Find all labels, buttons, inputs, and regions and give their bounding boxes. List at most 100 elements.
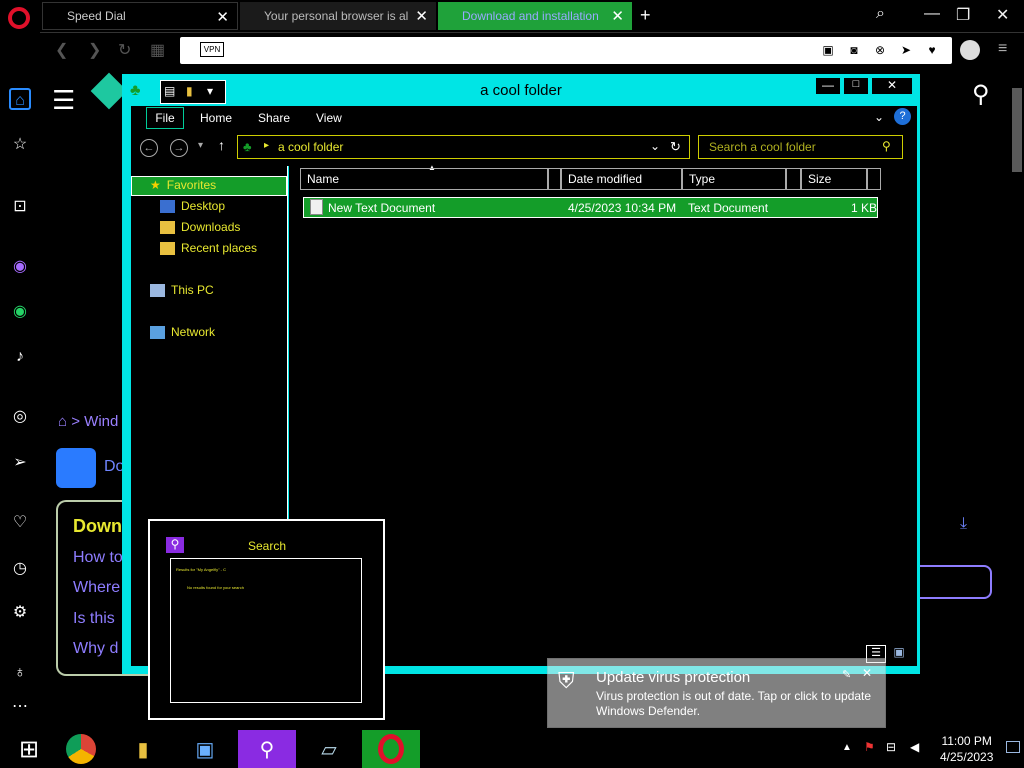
vpn-badge[interactable]: VPN [200,42,224,57]
taskbar-chrome[interactable] [52,730,110,768]
close-window-icon[interactable]: ✕ [996,5,1009,25]
nav-recent[interactable]: Recent places [160,241,257,255]
faq-item[interactable]: Why d [73,640,118,658]
column-date[interactable]: Date modified [561,168,682,190]
maximize-button[interactable]: □ [844,78,868,94]
tab-opera-browser[interactable]: Your personal browser is al ✕ [240,2,436,30]
large-icons-view-icon[interactable]: ▣ [890,645,908,663]
taskbar-photos[interactable]: ▣ [176,730,234,768]
player-icon[interactable]: ◎ [9,406,31,428]
restore-icon[interactable]: ❐ [956,5,970,25]
tab-close-icon[interactable]: ✕ [611,7,624,25]
site-search-icon[interactable]: ⚲ [972,80,990,109]
camera-icon[interactable]: ◙ [846,42,862,58]
taskbar-opera[interactable] [362,730,420,768]
tab-close-icon[interactable]: ✕ [216,8,229,26]
nav-label: Network [171,325,216,339]
tab-home[interactable]: Home [200,111,232,125]
up-arrow-icon[interactable]: ↑ [218,137,225,153]
home-icon[interactable]: ⌂ [9,88,31,110]
send-sidebar-icon[interactable]: ➢ [9,452,31,474]
bag-icon[interactable]: ⊡ [9,196,31,218]
faq-item[interactable]: Where [73,579,120,597]
settings-icon[interactable]: ⚙ [9,602,31,624]
search-input[interactable]: Search a cool folder ⚲ [698,135,903,159]
chevron-right-icon: ▸ [264,140,270,151]
snapshot-icon[interactable]: ▣ [820,42,836,58]
heart-icon[interactable]: ♥ [924,42,940,58]
notification-close-icon[interactable]: ✕ [862,666,872,680]
send-icon[interactable]: ➤ [898,42,914,58]
help-icon[interactable]: ? [894,108,911,125]
pin-icon[interactable]: ✎ [842,668,851,681]
defender-icon: ⛨ [558,668,575,693]
window-preview[interactable]: Results for "My Angelfly" - C No results… [170,558,362,703]
menu-icon[interactable]: ≡ [998,40,1007,58]
opera-menu-icon[interactable] [8,7,30,29]
tab-close-icon[interactable]: ✕ [415,7,428,25]
tab-search-icon[interactable]: ⌕ [876,5,885,23]
scroll-thumb[interactable] [1012,88,1022,172]
file-date: 4/25/2023 10:34 PM [568,201,677,215]
tiktok-icon[interactable]: ♪ [9,346,31,368]
back-icon[interactable]: ❮ [55,40,68,60]
nav-desktop[interactable]: Desktop [160,199,225,213]
search-icon[interactable]: ⚲ [882,139,891,153]
nav-this-pc[interactable]: This PC [150,283,214,297]
forward-arrow-icon[interactable]: → [170,139,188,157]
messenger-icon[interactable]: ◉ [9,256,31,278]
reload-icon[interactable]: ↻ [118,40,131,60]
address-box[interactable]: ♣ ▸ a cool folder ⌄ ↻ [237,135,690,159]
taskbar-notepad[interactable]: ▱ [300,730,358,768]
star-icon[interactable]: ☆ [9,134,31,156]
forward-icon[interactable]: ❯ [88,40,101,60]
block-icon[interactable]: ⊗ [872,42,888,58]
history-icon[interactable]: ◷ [9,558,31,580]
clock[interactable]: 11:00 PM 4/25/2023 [940,733,993,765]
tab-download[interactable]: Download and installation ✕ [438,2,632,30]
address-dropdown-icon[interactable]: ⌄ [650,139,660,153]
new-folder-icon[interactable]: ▮ [186,84,193,102]
properties-icon[interactable]: ▤ [164,84,175,102]
tabs-grid-icon[interactable]: ▦ [150,40,165,60]
minimize-button[interactable]: — [816,78,840,94]
volume-icon[interactable]: ◀ [910,740,919,754]
bulb-icon[interactable]: ♁ [9,662,31,684]
close-button[interactable]: ✕ [872,78,912,94]
download-icon[interactable]: ⤓ [960,515,967,533]
faq-item[interactable]: Is this [73,610,115,628]
whatsapp-icon[interactable]: ◉ [9,301,31,323]
taskbar-file-explorer[interactable]: ▮ [114,730,172,768]
new-tab-icon[interactable]: + [640,5,651,26]
profile-avatar[interactable] [960,40,980,60]
minimize-icon[interactable]: — [924,5,940,23]
show-desktop-icon[interactable] [1006,741,1020,753]
tab-share[interactable]: Share [258,111,290,125]
nav-network[interactable]: Network [150,325,215,339]
heart-sidebar-icon[interactable]: ♡ [9,512,31,534]
back-arrow-icon[interactable]: ← [140,139,158,157]
refresh-icon[interactable]: ↻ [670,139,681,155]
network-tray-icon[interactable]: ⊟ [886,740,896,754]
column-name[interactable]: Name [300,168,548,190]
recent-locations-icon[interactable]: ▾ [198,140,203,151]
nav-downloads[interactable]: Downloads [160,220,240,234]
ribbon-expand-icon[interactable]: ⌄ [874,110,884,124]
tray-chevron-icon[interactable]: ▲ [842,742,852,753]
start-button[interactable]: ⊞ [0,730,58,768]
hamburger-icon[interactable]: ☰ [52,85,75,116]
breadcrumb[interactable]: ⌂ > Wind [58,413,118,430]
column-type[interactable]: Type [682,168,786,190]
nav-favorites[interactable]: ★ Favorites [150,178,216,192]
column-size[interactable]: Size [801,168,867,190]
more-icon[interactable]: ⋯ [9,696,31,718]
tab-file[interactable]: File [146,107,184,129]
page-button[interactable] [916,565,992,599]
faq-item[interactable]: How to [73,549,123,567]
qa-dropdown-icon[interactable]: ▾ [207,84,213,102]
action-center-flag-icon[interactable]: ⚑ [864,740,875,754]
tab-speed-dial[interactable]: Speed Dial ✕ [42,2,238,30]
taskbar-search-app[interactable]: ⚲ [238,730,296,768]
url-field[interactable] [180,37,952,64]
tab-view[interactable]: View [316,111,342,125]
